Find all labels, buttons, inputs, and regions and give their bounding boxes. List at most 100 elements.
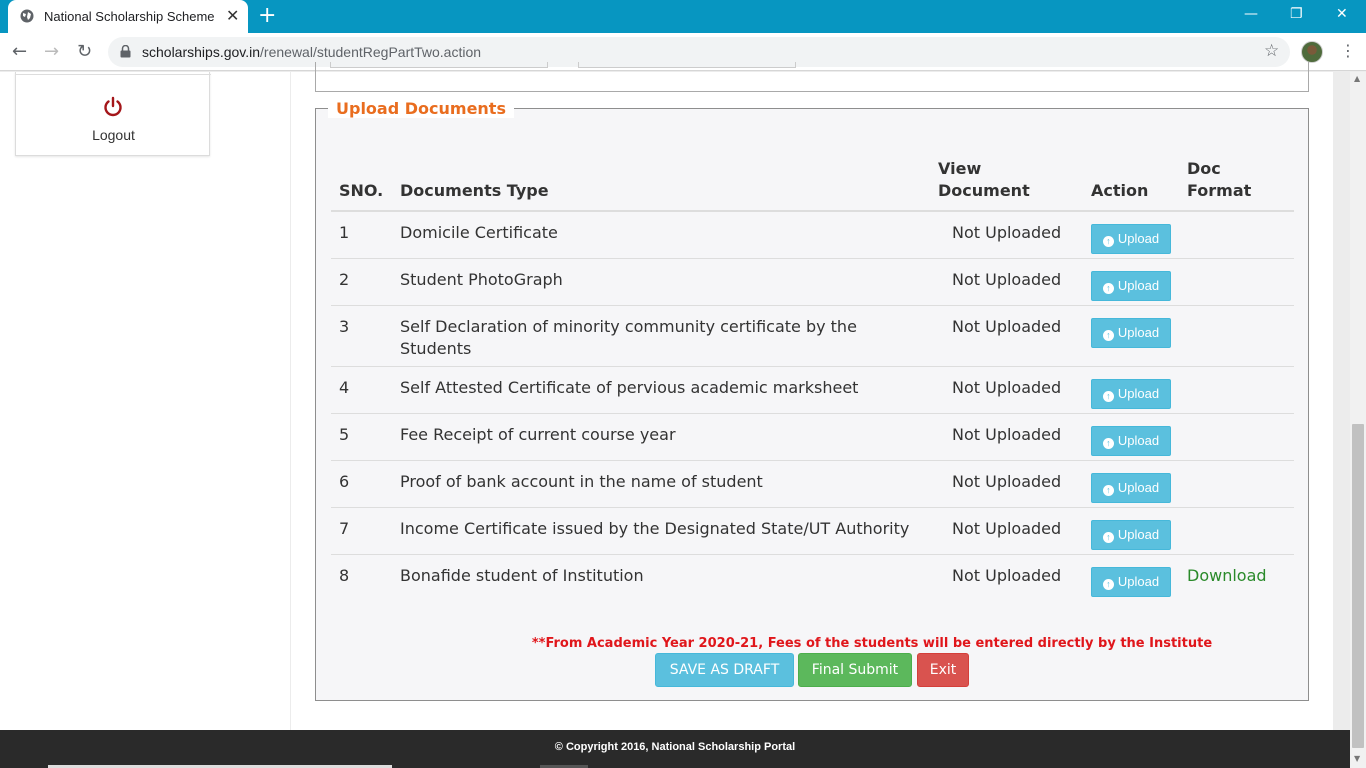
previous-input-field[interactable]: [578, 62, 796, 68]
upload-arrow-icon: ↑: [1102, 484, 1114, 496]
cell-status: Not Uploaded: [930, 553, 1083, 601]
cell-action: ↑ Upload: [1083, 553, 1179, 601]
upload-button[interactable]: ↑ Upload: [1091, 425, 1171, 456]
table-row: 4 Self Attested Certificate of pervious a…: [331, 365, 1294, 413]
cell-document-type: Fee Receipt of current course year: [392, 412, 930, 460]
cell-sno: 1: [331, 210, 392, 258]
url-host: scholarships.gov.in: [142, 44, 261, 60]
table-row: 7 Income Certificate issued by the Design…: [331, 506, 1294, 554]
upload-button[interactable]: ↑ Upload: [1091, 224, 1171, 254]
minimize-icon[interactable]: —: [1244, 6, 1258, 22]
browser-titlebar: National Scholarship Scheme ✕ + — ❐ ✕: [0, 0, 1366, 33]
fees-note: **From Academic Year 2020-21, Fees of th…: [531, 636, 1213, 651]
cell-status: Not Uploaded: [930, 412, 1083, 460]
exit-button[interactable]: Exit: [917, 653, 969, 687]
cell-document-type: Income Certificate issued by the Designa…: [392, 506, 930, 554]
table-row: 3 Self Declaration of minority community …: [331, 304, 1294, 366]
page: Logout Upload Documents SNO. Documents T…: [0, 62, 1350, 768]
cell-doc-format: [1179, 210, 1294, 258]
vertical-scrollbar[interactable]: ▲ ▼: [1350, 72, 1366, 768]
cell-status: Not Uploaded: [930, 365, 1083, 413]
power-icon: [104, 96, 122, 117]
close-tab-icon[interactable]: ✕: [226, 6, 239, 25]
close-window-icon[interactable]: ✕: [1336, 6, 1348, 22]
upload-button[interactable]: ↑ Upload: [1091, 566, 1171, 597]
cell-sno: 8: [331, 553, 392, 601]
back-icon[interactable]: ←: [12, 41, 27, 62]
upload-button[interactable]: ↑ Upload: [1091, 378, 1171, 409]
url-path: /renewal/studentRegPartTwo.action: [260, 44, 482, 60]
upload-button-label: Upload: [1117, 231, 1160, 246]
save-as-draft-button[interactable]: SAVE AS DRAFT: [655, 653, 794, 687]
table-row: 5 Fee Receipt of current course year Not U…: [331, 412, 1294, 460]
upload-button[interactable]: ↑ Upload: [1091, 270, 1171, 301]
upload-arrow-icon: ↑: [1102, 390, 1114, 402]
left-sidebar: Logout: [0, 72, 290, 730]
copyright-text: © Copyright 2016, National Scholarship P…: [554, 741, 796, 753]
lock-icon: [120, 45, 131, 58]
cell-action: ↑ Upload: [1083, 210, 1179, 258]
upload-button[interactable]: ↑ Upload: [1091, 519, 1171, 550]
cell-doc-format: [1179, 412, 1294, 460]
header-sno: SNO.: [331, 154, 392, 212]
cell-doc-format: [1179, 257, 1294, 305]
cell-status: Not Uploaded: [930, 257, 1083, 305]
profile-avatar[interactable]: [1301, 41, 1323, 63]
logout-label: Logout: [92, 127, 135, 143]
cell-action: ↑ Upload: [1083, 412, 1179, 460]
upload-arrow-icon: ↑: [1102, 531, 1114, 543]
footer: © Copyright 2016, National Scholarship P…: [0, 730, 1350, 768]
new-tab-icon[interactable]: +: [258, 4, 276, 28]
cell-sno: 6: [331, 459, 392, 507]
menu-kebab-icon[interactable]: ⋮: [1340, 41, 1356, 60]
header-documents-type: Documents Type: [392, 154, 930, 212]
upload-button-label: Upload: [1117, 277, 1160, 293]
header-doc-format: Doc Format: [1179, 154, 1294, 212]
table-row: 6 Proof of bank account in the name of st…: [331, 459, 1294, 507]
upload-documents-section: Upload Documents SNO. Documents Type Vie…: [315, 99, 1309, 701]
upload-arrow-icon: ↑: [1102, 282, 1114, 294]
globe-icon: [20, 9, 34, 23]
scrollbar-thumb[interactable]: [1352, 424, 1364, 748]
cell-status: Not Uploaded: [930, 459, 1083, 507]
upload-button[interactable]: ↑ Upload: [1091, 472, 1171, 503]
scroll-up-icon[interactable]: ▲: [1354, 74, 1360, 83]
bookmark-star-icon[interactable]: ☆: [1264, 41, 1279, 61]
upload-button-label: Upload: [1117, 573, 1160, 589]
browser-tab[interactable]: National Scholarship Scheme ✕: [8, 0, 248, 33]
cell-doc-format: [1179, 459, 1294, 507]
upload-button-label: Upload: [1117, 432, 1160, 448]
cell-action: ↑ Upload: [1083, 506, 1179, 554]
table-row: 1 Domicile Certificate Not Uploaded ↑ Upload: [331, 210, 1294, 258]
upload-button-label: Upload: [1117, 385, 1160, 401]
upload-arrow-icon: ↑: [1102, 236, 1114, 247]
table-row: 2 Student PhotoGraph Not Uploaded ↑ Upload: [331, 257, 1294, 305]
restore-icon[interactable]: ❐: [1290, 6, 1303, 22]
cell-action: ↑ Upload: [1083, 304, 1179, 366]
cell-document-type: Proof of bank account in the name of stu…: [392, 459, 930, 507]
previous-section: [315, 62, 1309, 92]
forward-icon[interactable]: →: [44, 41, 59, 62]
final-submit-button[interactable]: Final Submit: [798, 653, 912, 687]
previous-input-field[interactable]: [330, 62, 548, 68]
table-row: 8 Bonafide student of Institution Not Uplo…: [331, 553, 1294, 601]
documents-table: SNO. Documents Type View Document Action…: [331, 154, 1294, 601]
url-text: scholarships.gov.in/renewal/studentRegPa…: [142, 44, 481, 60]
upload-button[interactable]: ↑ Upload: [1091, 317, 1171, 348]
main-content: Upload Documents SNO. Documents Type Vie…: [291, 62, 1333, 730]
cell-doc-format: Download: [1179, 553, 1294, 601]
section-legend: Upload Documents: [328, 99, 514, 118]
cell-document-type: Self Declaration of minority community c…: [392, 304, 930, 366]
divider: [16, 74, 211, 75]
upload-arrow-icon: ↑: [1102, 578, 1114, 590]
cell-status: Not Uploaded: [930, 210, 1083, 258]
scroll-down-icon[interactable]: ▼: [1354, 754, 1360, 763]
cell-doc-format: [1179, 304, 1294, 366]
cell-document-type: Domicile Certificate: [392, 210, 930, 258]
cell-status: Not Uploaded: [930, 506, 1083, 554]
logout-button[interactable]: Logout: [15, 72, 211, 156]
reload-icon[interactable]: ↻: [77, 41, 92, 62]
download-link[interactable]: Download: [1187, 566, 1267, 585]
header-view-document: View Document: [930, 154, 1083, 212]
cell-sno: 7: [331, 506, 392, 554]
